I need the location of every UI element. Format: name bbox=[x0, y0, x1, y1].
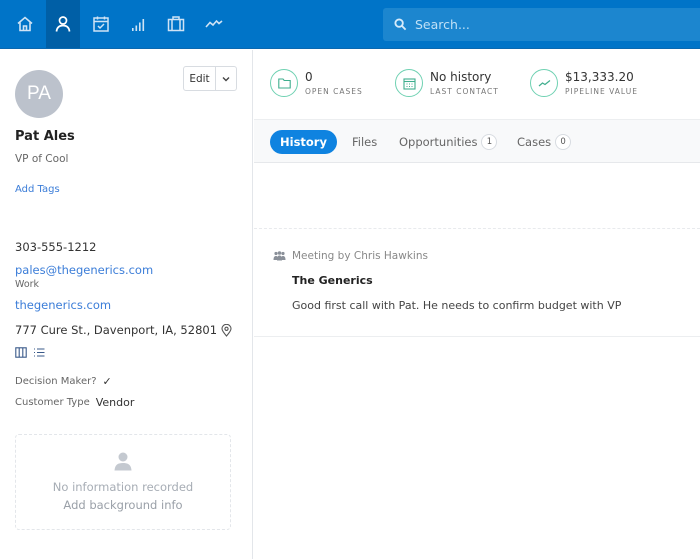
tab-label: Files bbox=[352, 135, 378, 149]
count-badge: 0 bbox=[555, 134, 572, 150]
avatar: PA bbox=[15, 70, 63, 118]
address-actions bbox=[15, 347, 45, 358]
group-icon bbox=[273, 251, 286, 261]
folder-icon bbox=[277, 77, 291, 89]
trend-line-icon bbox=[205, 19, 223, 28]
chevron-down-icon bbox=[222, 76, 230, 81]
nav-reports[interactable] bbox=[122, 0, 156, 48]
no-info-text: No information recorded bbox=[52, 480, 194, 494]
home-icon bbox=[17, 16, 33, 32]
add-background-link[interactable]: Add background info bbox=[16, 498, 230, 512]
history-composer-area[interactable] bbox=[254, 163, 700, 229]
tab-history[interactable]: History bbox=[270, 130, 337, 154]
nav-calendar[interactable] bbox=[84, 0, 118, 48]
briefcase-icon bbox=[167, 16, 185, 32]
tab-files[interactable]: Files bbox=[352, 130, 377, 154]
tab-label: Opportunities bbox=[399, 135, 478, 149]
user-placeholder-icon bbox=[114, 452, 132, 471]
stats-bar: 0 OPEN CASES No history LAST CONTACT $13… bbox=[254, 50, 700, 119]
stat-label: PIPELINE VALUE bbox=[565, 87, 638, 96]
contact-phone[interactable]: 303-555-1212 bbox=[15, 240, 96, 254]
tab-bar: History Files Opportunities 1 Cases 0 bbox=[254, 119, 700, 163]
person-icon bbox=[55, 16, 71, 32]
stat-last-contact[interactable]: No history LAST CONTACT bbox=[395, 69, 499, 97]
check-icon: ✓ bbox=[102, 375, 112, 388]
history-item-header: Meeting by Chris Hawkins bbox=[273, 250, 428, 262]
add-tags-link[interactable]: Add Tags bbox=[15, 184, 60, 195]
email-type-label: Work bbox=[15, 279, 40, 290]
edit-dropdown-button[interactable] bbox=[216, 67, 236, 90]
contact-email[interactable]: pales@thegenerics.com bbox=[15, 263, 153, 277]
stat-open-cases[interactable]: 0 OPEN CASES bbox=[270, 69, 363, 97]
stat-label: LAST CONTACT bbox=[430, 87, 499, 96]
stat-pipeline-value[interactable]: $13,333.20 PIPELINE VALUE bbox=[530, 69, 638, 97]
customer-type-value: Vendor bbox=[95, 396, 135, 409]
customer-type-label: Customer Type bbox=[15, 397, 90, 408]
bar-chart-icon bbox=[132, 19, 145, 31]
nav-activity[interactable] bbox=[197, 0, 231, 48]
tab-opportunities[interactable]: Opportunities 1 bbox=[399, 130, 498, 154]
search-box[interactable] bbox=[383, 8, 700, 41]
trend-line-icon bbox=[538, 79, 550, 86]
nav-contacts[interactable] bbox=[46, 0, 80, 48]
top-nav-bar bbox=[0, 0, 700, 49]
decision-maker-label: Decision Maker? bbox=[15, 376, 97, 387]
history-item[interactable]: Meeting by Chris Hawkins The Generics Go… bbox=[254, 230, 700, 337]
nav-home[interactable] bbox=[8, 0, 42, 48]
history-item-body: Good first call with Pat. He needs to co… bbox=[292, 299, 622, 312]
background-info-box[interactable]: No information recorded Add background i… bbox=[15, 434, 231, 530]
map-icon[interactable] bbox=[15, 347, 27, 358]
nav-cases[interactable] bbox=[159, 0, 193, 48]
list-icon[interactable] bbox=[33, 347, 45, 358]
decision-maker-field: Decision Maker? ✓ bbox=[15, 375, 112, 388]
stat-value: $13,333.20 bbox=[565, 70, 634, 84]
edit-button[interactable]: Edit bbox=[184, 67, 216, 90]
count-badge: 1 bbox=[481, 134, 498, 150]
history-item-title: The Generics bbox=[292, 274, 373, 287]
calendar-icon bbox=[402, 77, 416, 90]
calendar-icon bbox=[93, 16, 109, 32]
contact-website[interactable]: thegenerics.com bbox=[15, 298, 111, 312]
tab-label: History bbox=[280, 135, 327, 149]
search-input[interactable] bbox=[415, 17, 675, 32]
history-item-type: Meeting by Chris Hawkins bbox=[292, 250, 428, 262]
contact-name: Pat Ales bbox=[15, 129, 75, 144]
customer-type-field: Customer Type Vendor bbox=[15, 396, 134, 409]
contact-title: VP of Cool bbox=[15, 153, 69, 165]
tab-cases[interactable]: Cases 0 bbox=[517, 130, 572, 154]
contact-sidebar: PA Edit Pat Ales VP of Cool Add Tags 303… bbox=[0, 50, 253, 559]
stat-label: OPEN CASES bbox=[305, 87, 363, 96]
map-pin-icon[interactable] bbox=[221, 323, 232, 337]
stat-value: 0 bbox=[305, 70, 313, 84]
contact-address: 777 Cure St., Davenport, IA, 52801 bbox=[15, 323, 232, 337]
address-text: 777 Cure St., Davenport, IA, 52801 bbox=[15, 323, 218, 337]
search-icon bbox=[394, 18, 407, 31]
edit-button-group: Edit bbox=[183, 66, 237, 91]
stat-value: No history bbox=[430, 70, 492, 84]
tab-label: Cases bbox=[517, 135, 552, 149]
